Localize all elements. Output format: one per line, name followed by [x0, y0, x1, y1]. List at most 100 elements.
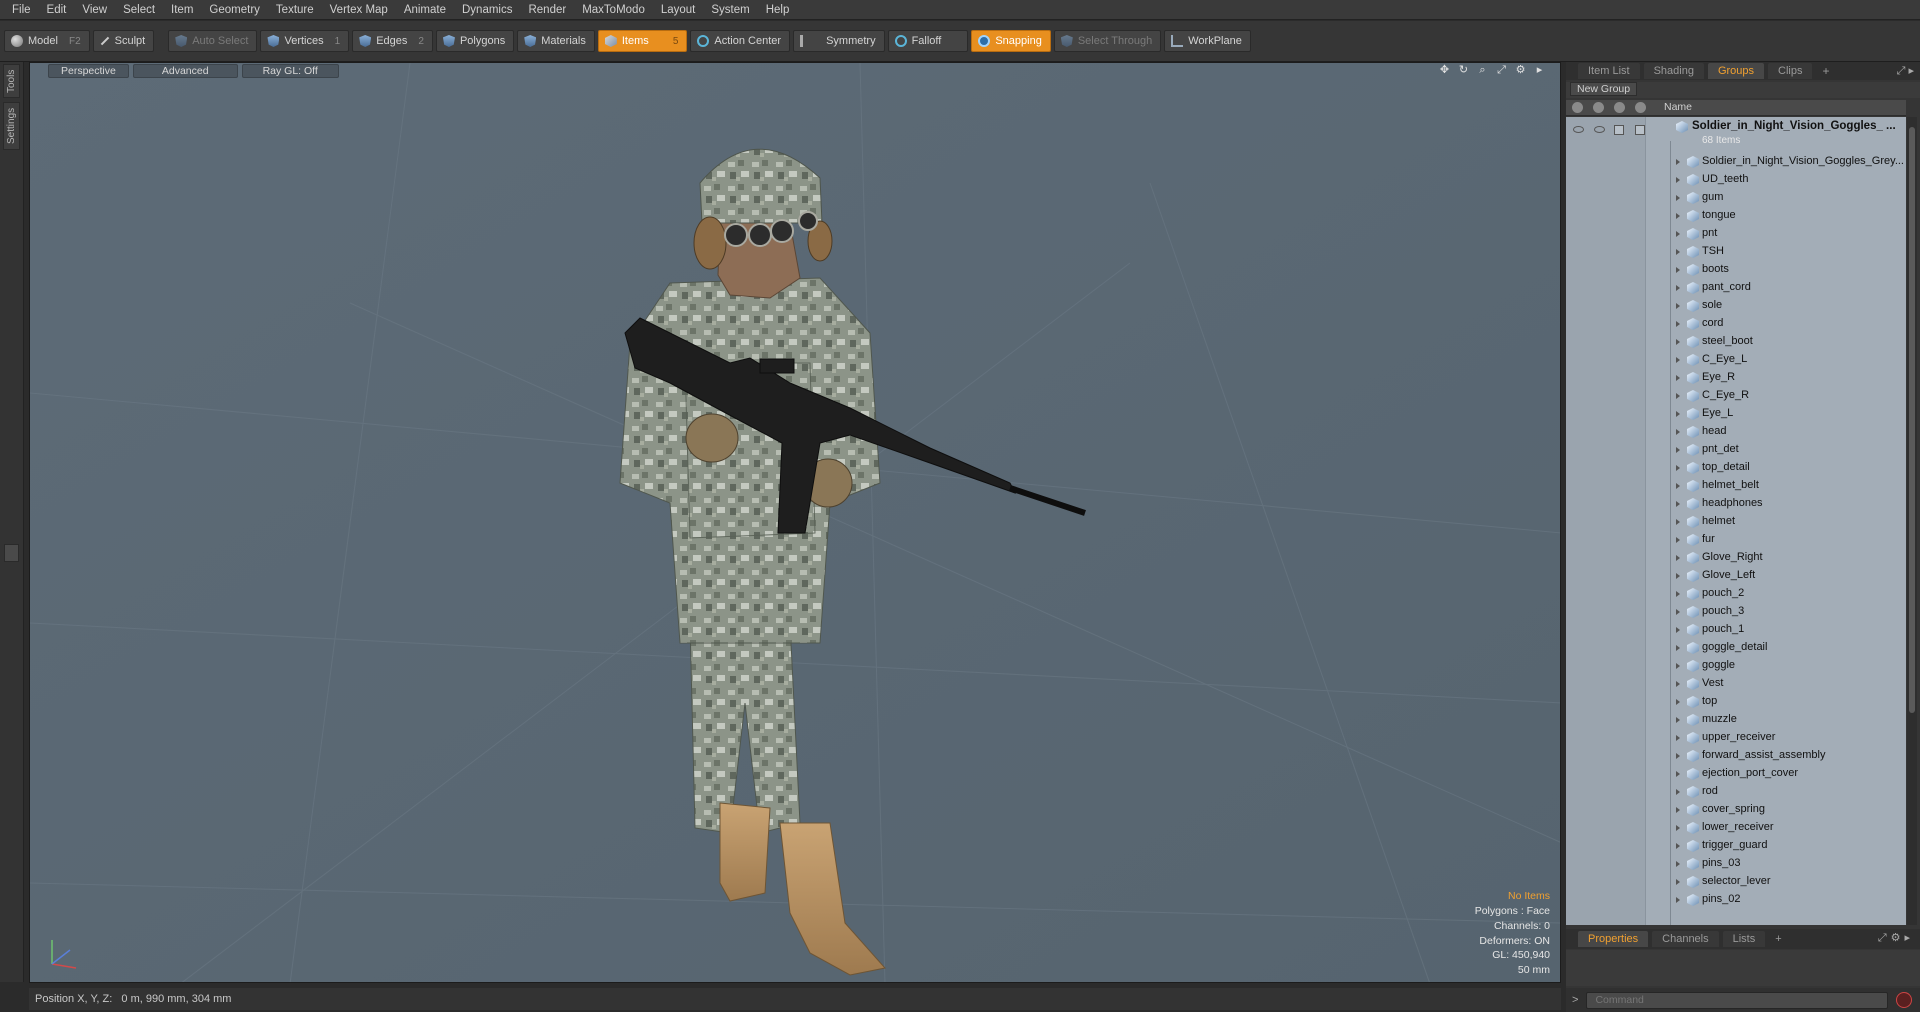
expand-arrow-icon[interactable]	[1676, 609, 1680, 615]
sculpt-button[interactable]: Sculpt	[92, 30, 155, 52]
add-bottom-tab-icon[interactable]: +	[1769, 933, 1787, 945]
falloff-button[interactable]: Falloff	[887, 30, 969, 52]
list-item[interactable]: pnt_det	[1566, 441, 1906, 459]
view-perspective-button[interactable]: Perspective	[48, 64, 129, 78]
menu-maxtomodo[interactable]: MaxToModo	[574, 0, 653, 20]
menu-help[interactable]: Help	[758, 0, 798, 20]
expand-arrow-icon[interactable]	[1676, 339, 1680, 345]
expand-arrow-icon[interactable]	[1676, 375, 1680, 381]
expand-arrow-icon[interactable]	[1676, 159, 1680, 165]
list-item[interactable]: upper_receiver	[1566, 729, 1906, 747]
expand-arrow-icon[interactable]	[1676, 267, 1680, 273]
render-column-icon[interactable]	[1593, 102, 1604, 113]
tab-shading[interactable]: Shading	[1643, 63, 1704, 79]
symmetry-button[interactable]: Symmetry	[793, 30, 885, 52]
list-item[interactable]: boots	[1566, 261, 1906, 279]
list-scrollbar[interactable]	[1907, 117, 1917, 925]
settings-tab[interactable]: Settings	[3, 102, 20, 150]
menu-animate[interactable]: Animate	[396, 0, 454, 20]
record-macro-icon[interactable]	[1896, 992, 1913, 1008]
list-item[interactable]: steel_boot	[1566, 333, 1906, 351]
menu-geometry[interactable]: Geometry	[201, 0, 268, 20]
list-item[interactable]: cord	[1566, 315, 1906, 333]
list-item[interactable]: top_detail	[1566, 459, 1906, 477]
render-eye-icon[interactable]	[1594, 126, 1605, 133]
expand-arrow-icon[interactable]	[1676, 573, 1680, 579]
menu-render[interactable]: Render	[520, 0, 574, 20]
list-item[interactable]: Eye_L	[1566, 405, 1906, 423]
expand-arrow-icon[interactable]	[1676, 627, 1680, 633]
auto-select-button[interactable]: Auto Select	[168, 30, 258, 52]
raygl-button[interactable]: Ray GL: Off	[241, 64, 339, 78]
list-item[interactable]: lower_receiver	[1566, 819, 1906, 837]
expand-arrow-icon[interactable]	[1676, 249, 1680, 255]
lock-column-icon[interactable]	[1614, 102, 1625, 113]
expand-arrow-icon[interactable]	[1676, 555, 1680, 561]
tab-clips[interactable]: Clips	[1768, 63, 1813, 79]
eye-icon[interactable]	[1573, 126, 1584, 133]
model-button[interactable]: Model F2	[4, 30, 90, 52]
edges-button[interactable]: Edges 2	[352, 30, 433, 52]
zoom-view-icon[interactable]: ⌕	[1476, 64, 1489, 77]
viewport-settings-icon[interactable]: ⚙	[1514, 64, 1527, 77]
tools-tab[interactable]: Tools	[3, 64, 20, 98]
materials-button[interactable]: Materials	[517, 30, 595, 52]
list-item[interactable]: muzzle	[1566, 711, 1906, 729]
list-item[interactable]: Vest	[1566, 675, 1906, 693]
expand-arrow-icon[interactable]	[1676, 807, 1680, 813]
expand-arrow-icon[interactable]	[1676, 789, 1680, 795]
command-input[interactable]	[1586, 991, 1889, 1009]
list-item[interactable]: fur	[1566, 531, 1906, 549]
expand-arrow-icon[interactable]	[1676, 735, 1680, 741]
tab-properties[interactable]: Properties	[1578, 931, 1649, 947]
list-item[interactable]: pins_02	[1566, 891, 1906, 909]
expand-arrow-icon[interactable]	[1676, 177, 1680, 183]
list-item[interactable]: pant_cord	[1566, 279, 1906, 297]
snapping-button[interactable]: Snapping	[971, 30, 1051, 52]
expand-arrow-icon[interactable]	[1676, 537, 1680, 543]
list-item[interactable]: sole	[1566, 297, 1906, 315]
expand-arrow-icon[interactable]	[1676, 753, 1680, 759]
lock-checkbox[interactable]	[1614, 125, 1624, 135]
workplane-button[interactable]: WorkPlane	[1164, 30, 1251, 52]
list-item[interactable]: goggle	[1566, 657, 1906, 675]
panel-maximize-icon[interactable]: ⤢ ▸	[1897, 64, 1914, 78]
menu-layout[interactable]: Layout	[653, 0, 704, 20]
expand-arrow-icon[interactable]	[1676, 285, 1680, 291]
expand-arrow-icon[interactable]	[1676, 195, 1680, 201]
list-item[interactable]: Soldier_in_Night_Vision_Goggles_Grey...	[1566, 153, 1906, 171]
list-item[interactable]: C_Eye_L	[1566, 351, 1906, 369]
expand-arrow-icon[interactable]	[1676, 321, 1680, 327]
list-item[interactable]: pouch_1	[1566, 621, 1906, 639]
list-item[interactable]: head	[1566, 423, 1906, 441]
viewport-menu-arrow-icon[interactable]: ▸	[1533, 64, 1546, 77]
expand-arrow-icon[interactable]	[1676, 213, 1680, 219]
expand-arrow-icon[interactable]	[1676, 501, 1680, 507]
list-item[interactable]: gum	[1566, 189, 1906, 207]
expand-arrow-icon[interactable]	[1676, 411, 1680, 417]
expand-arrow-icon[interactable]	[1676, 681, 1680, 687]
list-item[interactable]: helmet_belt	[1566, 477, 1906, 495]
expand-arrow-icon[interactable]	[1676, 429, 1680, 435]
list-item[interactable]: headphones	[1566, 495, 1906, 513]
expand-arrow-icon[interactable]	[1676, 483, 1680, 489]
expand-arrow-icon[interactable]	[1676, 771, 1680, 777]
list-item[interactable]: Eye_R	[1566, 369, 1906, 387]
list-item[interactable]: ejection_port_cover	[1566, 765, 1906, 783]
list-item[interactable]: pouch_3	[1566, 603, 1906, 621]
expand-arrow-icon[interactable]	[1676, 591, 1680, 597]
list-item[interactable]: goggle_detail	[1566, 639, 1906, 657]
tab-groups[interactable]: Groups	[1707, 63, 1765, 79]
menu-texture[interactable]: Texture	[268, 0, 322, 20]
bottom-panel-icons[interactable]: ⤢⚙▸	[1878, 931, 1914, 945]
menu-item[interactable]: Item	[163, 0, 201, 20]
name-column-header[interactable]: Name	[1664, 101, 1692, 113]
tab-lists[interactable]: Lists	[1722, 931, 1766, 947]
list-item[interactable]: helmet	[1566, 513, 1906, 531]
strip-handle[interactable]	[4, 544, 19, 562]
list-item[interactable]: forward_assist_assembly	[1566, 747, 1906, 765]
tab-channels[interactable]: Channels	[1652, 931, 1719, 947]
expand-arrow-icon[interactable]	[1676, 699, 1680, 705]
list-item[interactable]: rod	[1566, 783, 1906, 801]
list-item[interactable]: C_Eye_R	[1566, 387, 1906, 405]
